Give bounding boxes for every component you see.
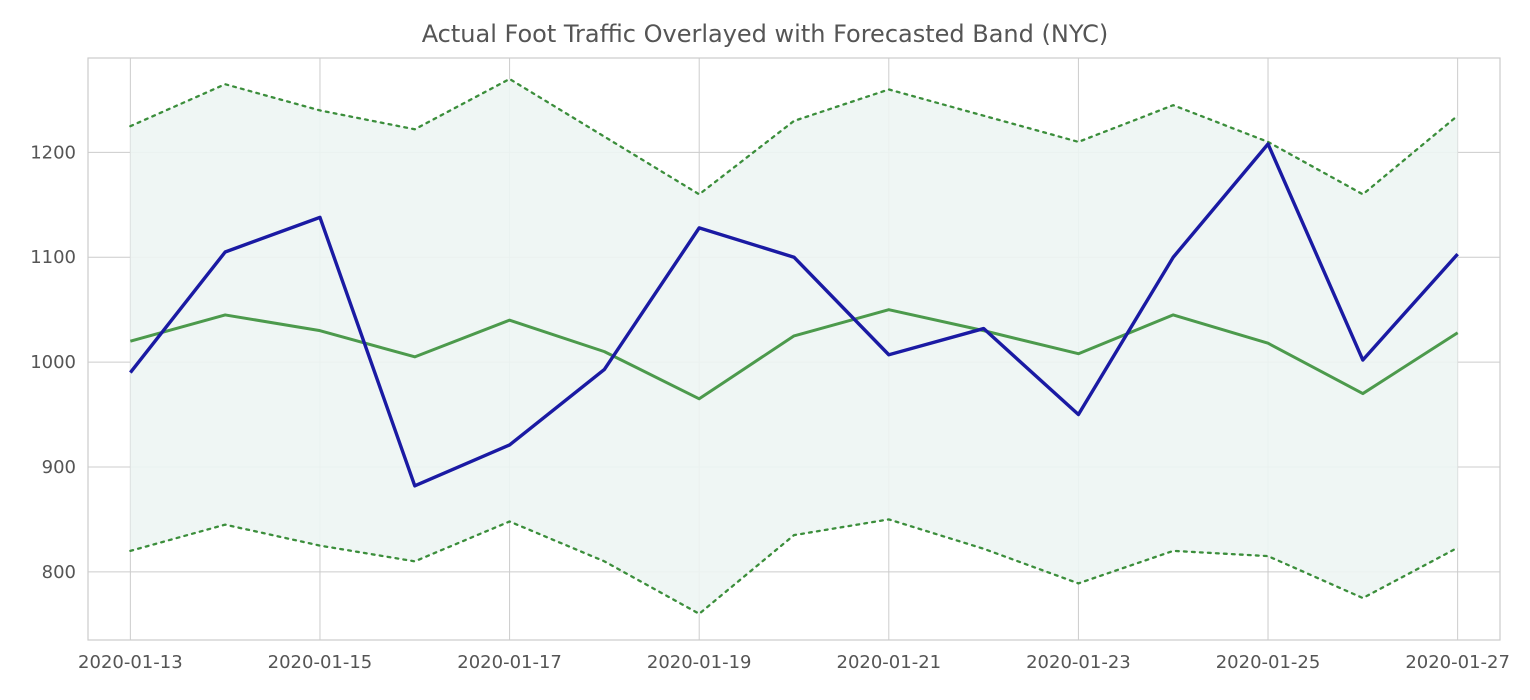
x-tick-label: 2020-01-27 bbox=[1405, 652, 1510, 673]
x-tick-label: 2020-01-19 bbox=[647, 652, 752, 673]
x-tick-label: 2020-01-23 bbox=[1026, 652, 1131, 673]
x-tick-label: 2020-01-15 bbox=[268, 652, 373, 673]
y-tick-label: 1000 bbox=[30, 352, 76, 373]
y-tick-label: 1100 bbox=[30, 247, 76, 268]
y-tick-label: 900 bbox=[42, 457, 76, 478]
y-tick-label: 1200 bbox=[30, 142, 76, 163]
chart-svg: 800 900 1000 1100 1200 2020-01-13 2020-01-15 20… bbox=[0, 0, 1530, 700]
forecast-band-fill bbox=[130, 79, 1457, 614]
x-tick-label: 2020-01-17 bbox=[457, 652, 562, 673]
x-tick-label: 2020-01-25 bbox=[1216, 652, 1321, 673]
chart-container: Actual Foot Traffic Overlayed with Forec… bbox=[0, 0, 1530, 700]
x-tick-label: 2020-01-13 bbox=[78, 652, 183, 673]
y-tick-label: 800 bbox=[42, 562, 76, 583]
x-tick-label: 2020-01-21 bbox=[837, 652, 942, 673]
